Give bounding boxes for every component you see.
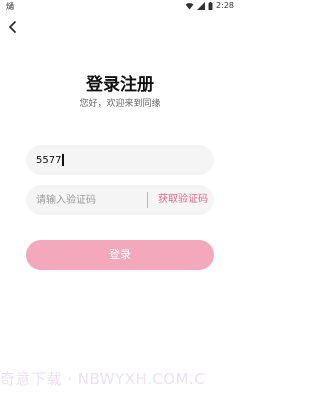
wifi-icon: [185, 2, 194, 9]
battery-icon: [208, 1, 213, 10]
status-bar: 熥 2:28: [0, 0, 240, 12]
verification-code-input[interactable]: [36, 185, 146, 215]
status-notification-text: 熥: [6, 2, 14, 11]
verification-code-field[interactable]: 获取验证码: [26, 185, 214, 215]
text-caret: [62, 154, 64, 166]
status-time: 2:28: [216, 1, 234, 10]
back-button[interactable]: [4, 18, 22, 36]
watermark-text: 奇意下载 · NBWYXH.COM.C: [0, 370, 206, 388]
chevron-left-icon: [9, 21, 16, 33]
get-code-button[interactable]: 获取验证码: [158, 185, 208, 215]
page-title: 登录注册: [86, 75, 154, 95]
login-button[interactable]: 登录: [26, 240, 214, 270]
field-divider: [147, 192, 148, 208]
status-icons: 2:28: [185, 1, 234, 10]
signal-icon: [197, 1, 206, 10]
page-subtitle: 您好，欢迎来到同缘: [79, 99, 161, 109]
phone-field[interactable]: [26, 145, 214, 175]
